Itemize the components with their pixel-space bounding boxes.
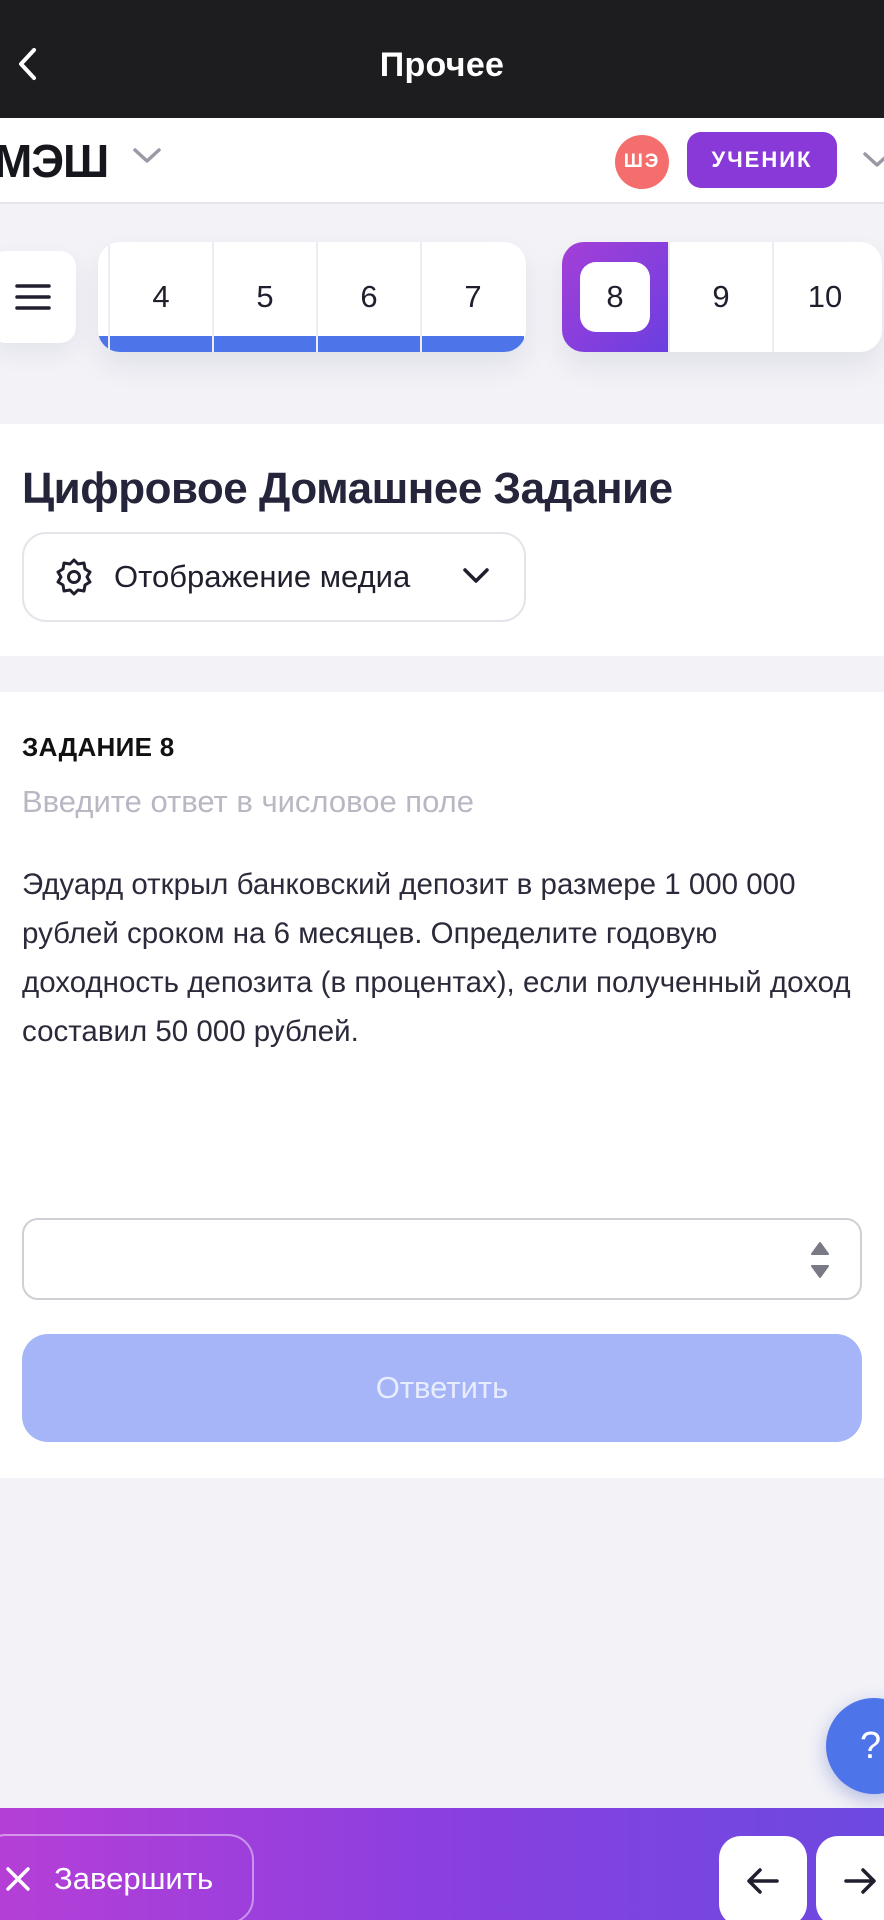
top-bar: Прочее	[0, 0, 884, 118]
progress-bar	[422, 336, 524, 352]
title-card: Цифровое Домашнее Задание Отображение ме…	[0, 424, 884, 656]
media-display-dropdown[interactable]: Отображение медиа	[22, 532, 526, 622]
progress-bar	[110, 336, 212, 352]
media-dropdown-label: Отображение медиа	[114, 559, 411, 594]
number-stepper-icon[interactable]	[810, 1240, 830, 1280]
task-tab[interactable]: 9	[668, 242, 772, 352]
task-tab[interactable]: 7	[420, 242, 524, 352]
screen-title: Прочее	[379, 46, 505, 84]
hamburger-icon	[15, 284, 51, 310]
task-tab[interactable]: 4	[108, 242, 212, 352]
task-text: Эдуард открыл банковский депозит в разме…	[22, 868, 851, 1048]
progress-bar	[318, 336, 420, 352]
next-task-button[interactable]	[816, 1836, 884, 1920]
chevron-down-icon[interactable]	[862, 150, 884, 170]
help-button[interactable]: ?	[826, 1698, 884, 1794]
page-title: Цифровое Домашнее Задание	[22, 464, 673, 513]
bottom-bar: Завершить	[0, 1808, 884, 1920]
arrow-left-icon	[747, 1868, 779, 1894]
task-tab[interactable]: 5	[212, 242, 316, 352]
chevron-down-icon[interactable]	[132, 146, 162, 166]
app-logo[interactable]: МЭШ	[0, 134, 109, 188]
completed-tasks-group: 4 5 6 7	[98, 242, 526, 352]
progress-bar	[214, 336, 316, 352]
menu-button[interactable]	[0, 251, 76, 343]
task-card: ЗАДАНИЕ 8 Введите ответ в числовое поле …	[0, 692, 884, 1478]
upcoming-tasks-group: 8 9 10	[562, 242, 882, 352]
gear-icon	[56, 558, 92, 596]
previous-task-button[interactable]	[719, 1836, 807, 1920]
app-header: МЭШ ШЭ УЧЕНИК	[0, 118, 884, 204]
close-icon	[6, 1867, 30, 1891]
task-tab-partial[interactable]	[98, 242, 108, 352]
task-number: ЗАДАНИЕ 8	[22, 732, 175, 762]
help-label: ?	[860, 1724, 882, 1767]
chevron-down-icon	[463, 568, 489, 583]
arrow-right-icon	[844, 1868, 876, 1894]
task-tab[interactable]: 10	[772, 242, 876, 352]
role-badge[interactable]: УЧЕНИК	[687, 132, 837, 188]
finish-button[interactable]: Завершить	[0, 1834, 254, 1920]
task-hint: Введите ответ в числовое поле	[22, 784, 474, 819]
finish-label: Завершить	[54, 1861, 214, 1896]
progress-bar	[98, 336, 108, 352]
avatar[interactable]: ШЭ	[615, 135, 669, 189]
task-tab-current[interactable]: 8	[562, 242, 668, 352]
task-tab[interactable]: 6	[316, 242, 420, 352]
answer-number-input[interactable]	[22, 1218, 862, 1300]
submit-answer-button[interactable]: Ответить	[22, 1334, 862, 1442]
task-navigation: 4 5 6 7 8 9 10	[0, 204, 884, 424]
